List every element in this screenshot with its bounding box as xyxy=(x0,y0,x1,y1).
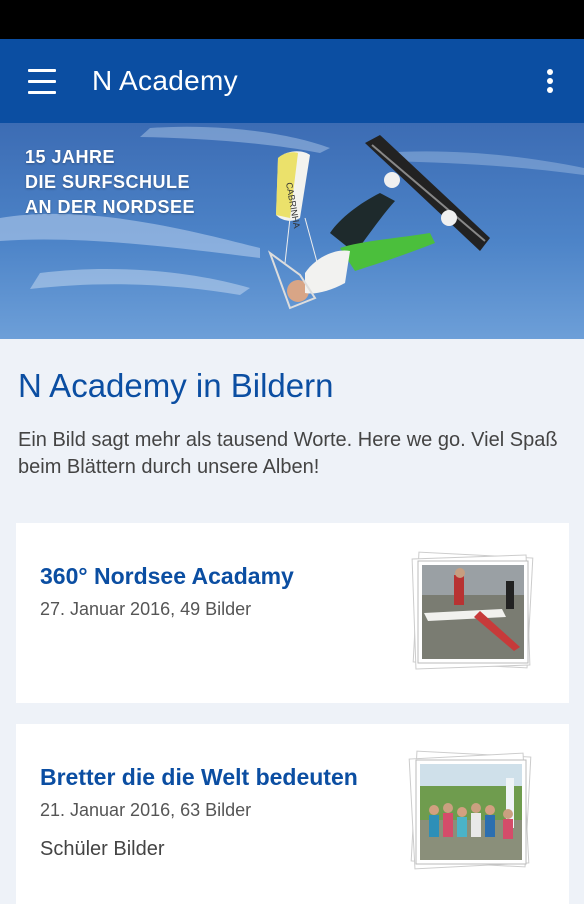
intro-text: Ein Bild sagt mehr als tausend Worte. He… xyxy=(18,429,558,478)
album-description: Schüler Bilder xyxy=(40,838,165,860)
hero-banner: CABRINHA 15 JAHRE DIE SURFSCHULE AN DER … xyxy=(0,123,584,339)
more-vert-icon[interactable] xyxy=(538,67,562,97)
hero-line: DIE SURFSCHULE xyxy=(25,172,191,192)
album-card[interactable]: 360° Nordsee Acadamy 27. Januar 2016, 49… xyxy=(16,523,569,703)
app-title: N Academy xyxy=(92,65,238,96)
album-title: 360° Nordsee Acadamy xyxy=(40,563,294,589)
page-title: N Academy in Bildern xyxy=(18,367,334,404)
hero-slogan: 15 JAHRE DIE SURFSCHULE AN DER NORDSEE xyxy=(25,145,195,220)
status-bar xyxy=(0,0,584,39)
hero-line: AN DER NORDSEE xyxy=(25,197,196,217)
hamburger-menu-icon[interactable] xyxy=(20,63,58,99)
hero-line: 15 JAHRE xyxy=(25,147,116,167)
album-thumbnail xyxy=(408,750,538,870)
album-title: Bretter die die Welt bedeuten xyxy=(40,764,358,790)
album-meta: 21. Januar 2016, 63 Bilder xyxy=(40,800,252,820)
app-bar: N Academy xyxy=(0,39,584,123)
album-thumbnail xyxy=(410,551,540,671)
album-meta: 27. Januar 2016, 49 Bilder xyxy=(40,599,252,619)
album-card[interactable]: Bretter die die Welt bedeuten 21. Januar… xyxy=(16,724,569,904)
